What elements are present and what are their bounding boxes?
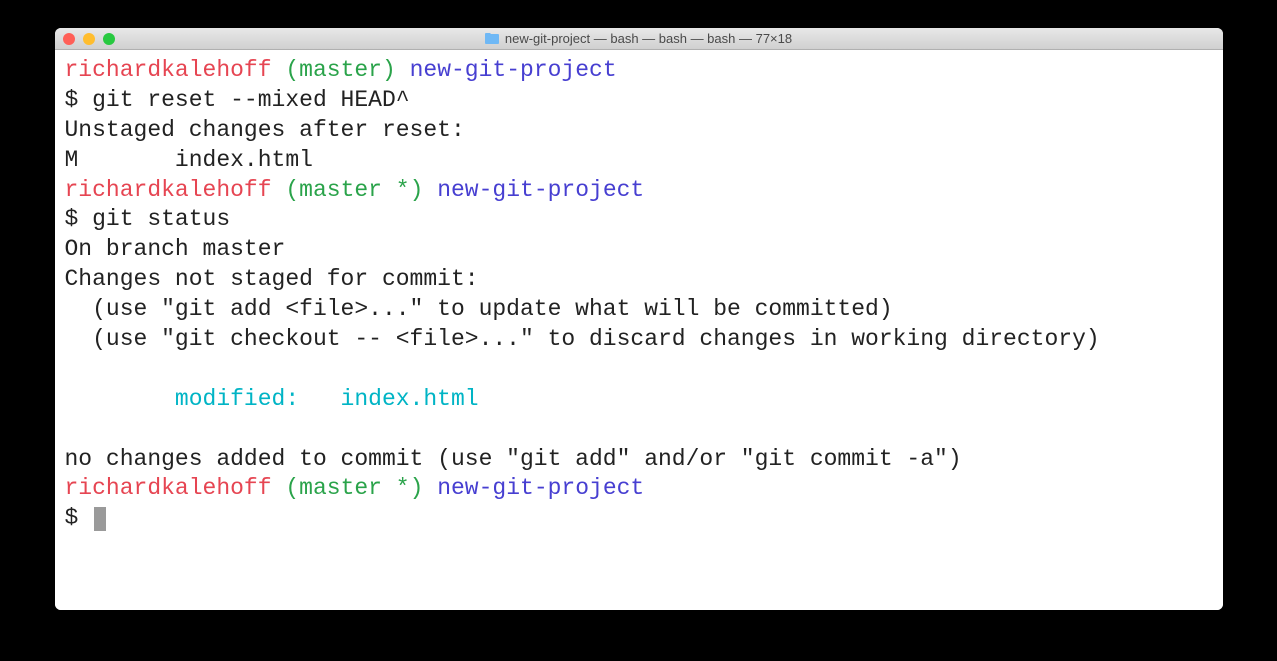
prompt-line-1: richardkalehoff (master) new-git-project [65,57,617,83]
output-line: M index.html [65,147,313,173]
window-title-text: new-git-project — bash — bash — bash — 7… [505,31,792,46]
output-line: (use "git checkout -- <file>..." to disc… [65,326,1100,352]
output-line: On branch master [65,236,286,262]
prompt-symbol: $ [65,206,93,232]
close-icon[interactable] [63,33,75,45]
output-line: (use "git add <file>..." to update what … [65,296,893,322]
minimize-icon[interactable] [83,33,95,45]
titlebar[interactable]: new-git-project — bash — bash — bash — 7… [55,28,1223,50]
terminal-window: new-git-project — bash — bash — bash — 7… [55,28,1223,610]
command-line-1: $ git reset --mixed HEAD^ [65,87,410,113]
command-text: git status [92,206,230,232]
terminal-content[interactable]: richardkalehoff (master) new-git-project… [55,50,1223,610]
prompt-project: new-git-project [437,177,644,203]
output-line: Unstaged changes after reset: [65,117,465,143]
prompt-project: new-git-project [437,475,644,501]
command-line-3: $ [65,505,107,531]
prompt-line-3: richardkalehoff (master *) new-git-proje… [65,475,645,501]
prompt-branch: (master) [285,57,395,83]
prompt-branch: (master *) [285,475,423,501]
prompt-symbol: $ [65,87,93,113]
prompt-user: richardkalehoff [65,475,272,501]
prompt-project: new-git-project [410,57,617,83]
output-line: no changes added to commit (use "git add… [65,446,962,472]
prompt-line-2: richardkalehoff (master *) new-git-proje… [65,177,645,203]
folder-icon [485,33,499,44]
prompt-user: richardkalehoff [65,177,272,203]
window-title: new-git-project — bash — bash — bash — 7… [63,31,1215,46]
cursor-icon [94,507,106,531]
prompt-user: richardkalehoff [65,57,272,83]
output-blank [65,356,79,382]
zoom-icon[interactable] [103,33,115,45]
command-line-2: $ git status [65,206,231,232]
output-line: Changes not staged for commit: [65,266,479,292]
output-modified: modified: index.html [65,386,479,412]
traffic-lights [63,33,115,45]
output-blank [65,416,79,442]
prompt-symbol: $ [65,505,93,531]
prompt-branch: (master *) [285,177,423,203]
command-text: git reset --mixed HEAD^ [92,87,409,113]
